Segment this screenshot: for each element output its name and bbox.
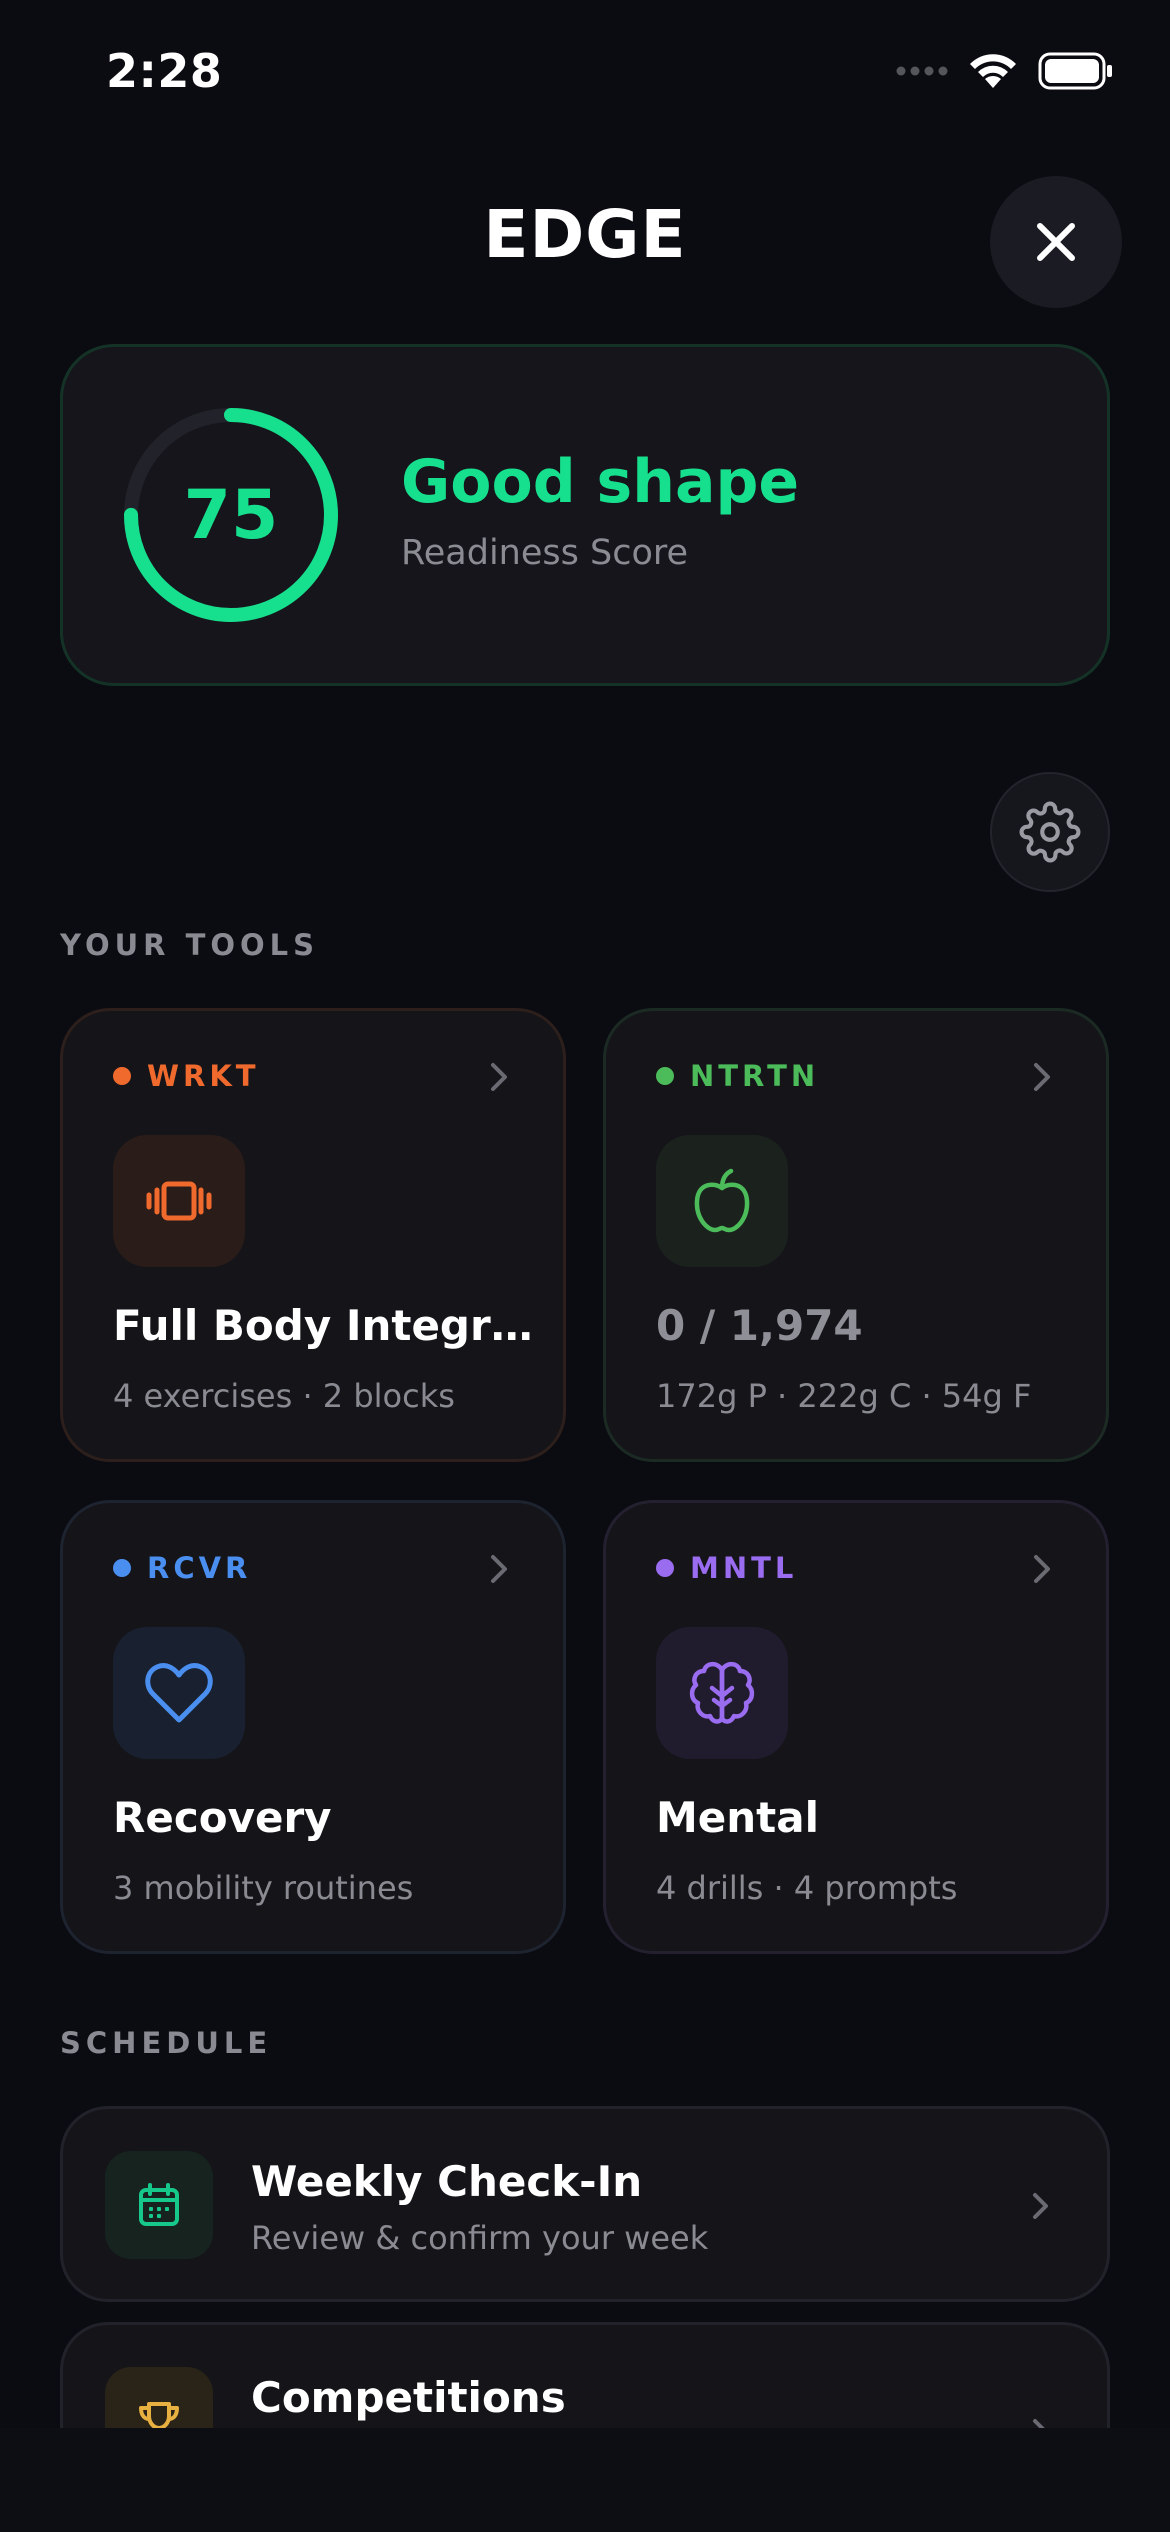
tool-subtitle: 3 mobility routines	[113, 1869, 414, 1907]
tool-icon-box	[656, 1627, 788, 1759]
tag-dot	[113, 1067, 131, 1085]
tool-title: Full Body Integrati…	[113, 1301, 533, 1350]
bottom-safe-area	[0, 2428, 1170, 2532]
dumbbell-icon	[146, 1181, 212, 1221]
chevron-right-icon	[491, 1063, 507, 1091]
status-time: 2:28	[106, 44, 223, 98]
tool-tag: MNTL	[690, 1551, 798, 1585]
wifi-icon	[970, 54, 1016, 88]
tag-dot	[656, 1559, 674, 1577]
battery-icon	[1038, 52, 1112, 90]
tag-dot	[656, 1067, 674, 1085]
calendar-icon	[139, 2183, 179, 2226]
cellular-signal-icon	[896, 66, 948, 76]
tool-card-recovery[interactable]: RCVR Recovery 3 mobility routines	[60, 1500, 566, 1954]
tool-card-header: WRKT	[113, 1059, 260, 1093]
chevron-right-icon	[1033, 2193, 1048, 2219]
app-screen: 2:28 EDGE 75 Good shape Readiness Score …	[0, 0, 1170, 2532]
tool-title: 0 / 1,974	[656, 1301, 863, 1350]
tag-dot	[113, 1559, 131, 1577]
tool-subtitle: 4 exercises · 2 blocks	[113, 1377, 455, 1415]
tool-icon-box	[113, 1627, 245, 1759]
schedule-title: Competitions	[251, 2373, 566, 2422]
tool-title: Mental	[656, 1793, 819, 1842]
chevron-right-icon	[1034, 1063, 1050, 1091]
tool-tag: NTRTN	[690, 1059, 820, 1093]
tool-card-nutrition[interactable]: NTRTN 0 / 1,974 172g P · 222g C · 54g F	[603, 1008, 1109, 1462]
schedule-icon-box	[105, 2151, 213, 2259]
tool-title: Recovery	[113, 1793, 332, 1842]
tool-card-workout[interactable]: WRKT Full Body Integrati… 4 exercises · …	[60, 1008, 566, 1462]
tool-card-header: RCVR	[113, 1551, 251, 1585]
heart-icon	[145, 1663, 213, 1723]
tool-tag: WRKT	[147, 1059, 260, 1093]
tool-card-header: NTRTN	[656, 1059, 819, 1093]
readiness-card[interactable]: 75 Good shape Readiness Score	[60, 344, 1110, 686]
tool-icon-box	[656, 1135, 788, 1267]
schedule-subtitle: Review & confirm your week	[251, 2219, 709, 2257]
schedule-title: Weekly Check-In	[251, 2157, 643, 2206]
section-label-schedule: SCHEDULE	[60, 2026, 273, 2060]
tool-icon-box	[113, 1135, 245, 1267]
readiness-status: Good shape	[401, 447, 800, 517]
section-label-tools: YOUR TOOLS	[60, 928, 320, 962]
brain-icon	[689, 1661, 755, 1724]
schedule-item-weekly-check-in[interactable]: Weekly Check-In Review & confirm your we…	[60, 2106, 1110, 2302]
status-indicators	[896, 52, 1114, 90]
tool-subtitle: 4 drills · 4 prompts	[656, 1869, 958, 1907]
close-icon	[1037, 223, 1075, 261]
tool-card-header: MNTL	[656, 1551, 797, 1585]
readiness-label: Readiness Score	[401, 533, 689, 573]
settings-button[interactable]	[990, 772, 1110, 892]
chevron-right-icon	[1034, 1555, 1050, 1583]
tool-tag: RCVR	[147, 1551, 252, 1585]
gear-icon	[1019, 801, 1081, 863]
readiness-score: 75	[183, 475, 279, 555]
close-button[interactable]	[990, 176, 1122, 308]
tool-card-mental[interactable]: MNTL Mental 4 drills · 4 prompts	[603, 1500, 1109, 1954]
apple-icon	[694, 1168, 750, 1233]
chevron-right-icon	[491, 1555, 507, 1583]
tool-subtitle: 172g P · 222g C · 54g F	[656, 1377, 1032, 1415]
